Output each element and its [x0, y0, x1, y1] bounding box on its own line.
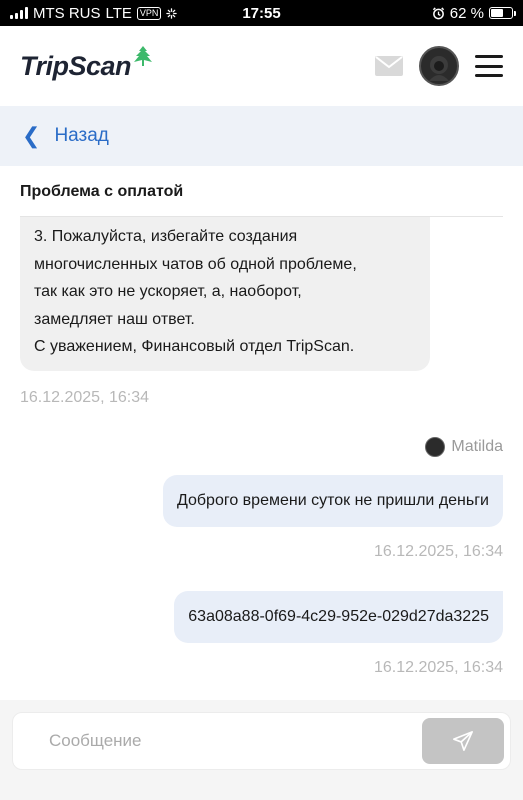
logo-text: TripScan [20, 50, 132, 81]
status-left: MTS RUS LTE VPN [10, 4, 178, 22]
message-line: так как это не ускоряет, а, наоборот, [34, 283, 302, 300]
back-label: Назад [54, 125, 109, 146]
message-timestamp: 16.12.2025, 16:34 [373, 659, 503, 676]
outgoing-message: Доброго времени суток не пришли деньги [162, 475, 503, 527]
message-line: замедляет наш ответ. [34, 310, 195, 328]
sender-avatar [425, 437, 446, 457]
send-icon [453, 731, 473, 751]
sender: Matilda [425, 437, 503, 457]
carrier-label: MTS RUS [33, 4, 101, 22]
message-line: многочисленных чатов об одной проблеме, [34, 255, 357, 273]
incoming-message: 3. Пожалуйста, избегайте создания многоч… [20, 217, 430, 371]
message-timestamp: 16.12.2025, 16:34 [20, 389, 150, 406]
network-label: LTE [105, 4, 132, 22]
battery-fill [491, 9, 504, 17]
logo[interactable]: TripScan [20, 45, 153, 82]
header-actions [375, 46, 503, 86]
app-header: TripScan [0, 26, 523, 106]
battery-icon [489, 7, 516, 19]
tree-icon [134, 45, 153, 66]
avatar[interactable] [419, 46, 459, 86]
mail-icon[interactable] [375, 56, 403, 76]
message-text: Доброго времени суток не пришли деньги [176, 492, 489, 509]
activity-spinner-icon [166, 7, 178, 19]
battery-percent: 62 % [449, 4, 484, 22]
menu-icon[interactable] [475, 55, 503, 77]
back-button[interactable]: ❮ Назад [0, 106, 523, 166]
send-button[interactable] [422, 718, 504, 764]
status-right: 62 % [432, 4, 516, 22]
signal-icon [10, 7, 28, 19]
outgoing-message: 63a08a88-0f69-4c29-952e-029d27da3225 [174, 591, 503, 643]
composer [0, 700, 523, 800]
message-timestamp: 16.12.2025, 16:34 [373, 543, 503, 560]
user-avatar-icon [429, 56, 449, 81]
chevron-left-icon: ❮ [22, 123, 41, 148]
message-line: С уважением, Финансовый отдел TripScan. [34, 338, 355, 355]
status-bar: MTS RUS LTE VPN 17:55 62 % [0, 0, 523, 26]
vpn-badge: VPN [136, 6, 162, 20]
message-input[interactable] [33, 713, 413, 769]
alarm-icon [432, 6, 444, 19]
chat-title: Проблема с оплатой [20, 183, 184, 200]
composer-box [12, 712, 511, 770]
sender-name: Matilda [451, 438, 503, 455]
message-line: 3. Пожалуйста, избегайте создания [34, 228, 298, 245]
message-text: 63a08a88-0f69-4c29-952e-029d27da3225 [188, 608, 489, 625]
message-list[interactable]: 3. Пожалуйста, избегайте создания многоч… [0, 217, 523, 700]
